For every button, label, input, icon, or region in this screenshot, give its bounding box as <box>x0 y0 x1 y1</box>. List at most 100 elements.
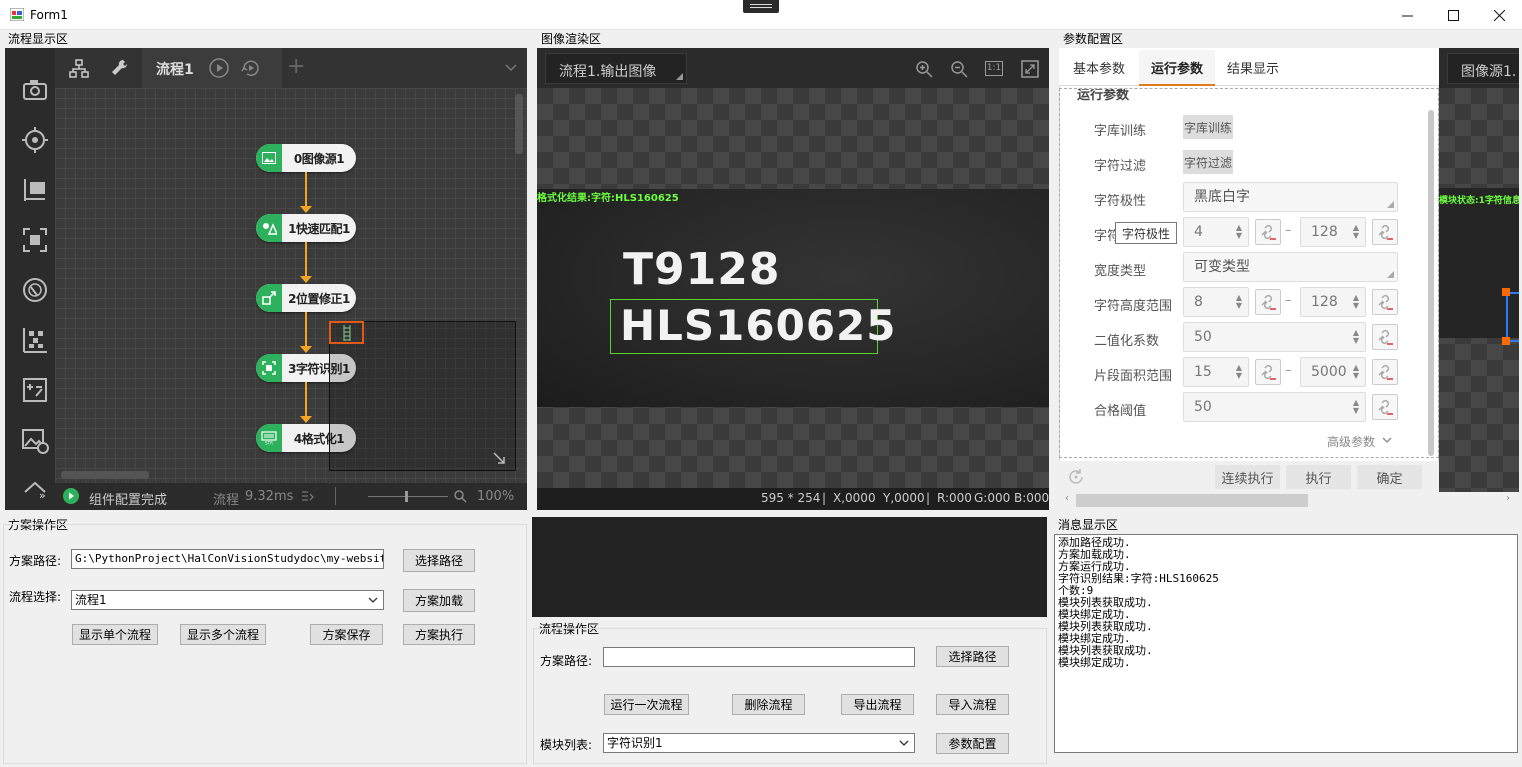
spin-arrows-icon[interactable]: ▲ ▼ <box>1353 364 1359 380</box>
drag-grip[interactable] <box>743 0 779 13</box>
list-icon[interactable] <box>302 491 314 501</box>
scheme-execute-button[interactable]: 方案执行 <box>403 624 475 645</box>
param-hscroll[interactable]: ‹ › <box>1059 492 1519 509</box>
scheme-path-input[interactable]: G:\PythonProject\HalConVisionStudydoc\my… <box>71 549 384 569</box>
show-single-flow-button[interactable]: 显示单个流程 <box>72 624 158 645</box>
play-icon[interactable] <box>208 57 230 79</box>
link-param-button[interactable] <box>1372 359 1398 385</box>
image-settings-icon[interactable] <box>21 426 49 454</box>
advanced-params-toggle[interactable]: 高级参数 <box>1327 433 1375 450</box>
maximize-button[interactable] <box>1430 0 1476 30</box>
chevron-down-icon[interactable] <box>505 64 517 72</box>
add-flow-button[interactable]: + <box>287 54 305 79</box>
chevron-down-icon[interactable] <box>1382 437 1392 444</box>
show-multi-flow-button[interactable]: 显示多个流程 <box>180 624 266 645</box>
param-hscroll-thumb[interactable] <box>1076 494 1308 507</box>
spin-arrows-icon[interactable]: ▲ ▼ <box>1236 224 1242 240</box>
close-button[interactable] <box>1476 0 1522 30</box>
flow-node-1[interactable]: 1快速匹配1 <box>256 214 356 242</box>
tab-run-params[interactable]: 运行参数 <box>1139 50 1215 86</box>
module-list-dropdown[interactable]: 字符识别1 <box>603 733 915 753</box>
delete-flow-button[interactable]: 删除流程 <box>732 694 805 715</box>
loop-run-icon[interactable] <box>240 57 262 79</box>
link-param-button[interactable] <box>1255 219 1281 245</box>
area-max-input[interactable]: 5000 ▲ ▼ <box>1300 357 1366 387</box>
spin-arrows-icon[interactable]: ▲ ▼ <box>1353 399 1359 415</box>
roi-handle[interactable] <box>1502 337 1510 345</box>
refresh-icon[interactable] <box>1067 468 1085 486</box>
fit-screen-icon[interactable] <box>1021 60 1039 78</box>
actual-size-button[interactable]: 1:1 <box>985 61 1003 76</box>
roi-handle[interactable] <box>1502 288 1510 296</box>
lib-train-button[interactable]: 字库训练 <box>1183 115 1233 139</box>
zoom-slider-thumb[interactable] <box>405 491 408 502</box>
target-icon[interactable] <box>21 126 49 154</box>
secondary-dropdown[interactable]: 图像源1. <box>1447 53 1519 84</box>
polarity-select[interactable]: 黑底白字 <box>1183 182 1398 212</box>
link-param-button[interactable] <box>1372 289 1398 315</box>
area-range-label: 片段面积范围 <box>1094 369 1173 384</box>
width-max-input[interactable]: 128 ▲ ▼ <box>1300 217 1366 247</box>
param-vscroll[interactable] <box>1428 110 1434 456</box>
spin-arrows-icon[interactable]: ▲ ▼ <box>1353 224 1359 240</box>
confirm-button[interactable]: 确定 <box>1357 465 1422 489</box>
flow-node-0[interactable]: 0图像源1 <box>256 144 356 172</box>
resize-arrow-icon[interactable] <box>493 452 505 464</box>
camera-icon[interactable] <box>21 76 49 104</box>
canvas-vscroll[interactable] <box>515 94 523 154</box>
canvas-hscroll[interactable] <box>61 471 149 479</box>
height-max-input[interactable]: 128 ▲ ▼ <box>1300 287 1366 317</box>
width-type-select[interactable]: 可变类型 <box>1183 252 1398 282</box>
link-param-button[interactable] <box>1255 289 1281 315</box>
wrench-icon[interactable] <box>109 58 129 78</box>
flow-node-2[interactable]: 2位置修正1 <box>256 284 356 312</box>
flow-path-input[interactable] <box>603 647 915 667</box>
spin-arrows-icon[interactable]: ▲ ▼ <box>1353 294 1359 310</box>
link-param-button[interactable] <box>1372 394 1398 420</box>
height-min-input[interactable]: 8 ▲ ▼ <box>1183 287 1249 317</box>
scheme-save-button[interactable]: 方案保存 <box>310 624 383 645</box>
grid-calib-icon[interactable] <box>21 326 49 354</box>
chevron-down-icon <box>368 597 378 603</box>
minimize-button[interactable] <box>1384 0 1430 30</box>
tab-basic-params[interactable]: 基本参数 <box>1059 48 1139 86</box>
width-min-input[interactable]: 4 ▲ ▼ <box>1183 217 1249 247</box>
measure-icon[interactable] <box>21 176 49 204</box>
execute-button[interactable]: 执行 <box>1286 465 1351 489</box>
link-param-button[interactable] <box>1255 359 1281 385</box>
expand-icon[interactable]: » <box>39 489 46 502</box>
flow-select-dropdown[interactable]: 流程1 <box>71 590 384 610</box>
tab-flow1[interactable]: 流程1 <box>142 48 282 88</box>
import-flow-button[interactable]: 导入流程 <box>936 694 1009 715</box>
spin-arrows-icon[interactable]: ▲ ▼ <box>1236 294 1242 310</box>
scroll-right-icon[interactable]: › <box>1506 493 1510 504</box>
scheme-load-button[interactable]: 方案加载 <box>403 589 475 612</box>
zoom-in-icon[interactable] <box>915 60 933 78</box>
hierarchy-icon[interactable] <box>69 59 89 79</box>
spin-arrows-icon[interactable]: ▲ ▼ <box>1236 364 1242 380</box>
zoom-icon[interactable] <box>453 489 467 503</box>
tab-result-display[interactable]: 结果显示 <box>1215 48 1291 86</box>
link-param-button[interactable] <box>1372 219 1398 245</box>
flow-select-path-button[interactable]: 选择路径 <box>936 646 1009 667</box>
locate-icon[interactable] <box>21 226 49 254</box>
scroll-left-icon[interactable]: ‹ <box>1065 493 1069 504</box>
spin-arrows-icon[interactable]: ▲ ▼ <box>1353 329 1359 345</box>
zoom-out-icon[interactable] <box>950 60 968 78</box>
continuous-execute-button[interactable]: 连续执行 <box>1215 465 1280 489</box>
char-filter-button[interactable]: 字符过滤 <box>1183 150 1233 174</box>
image-output-dropdown[interactable]: 流程1.输出图像 <box>545 53 687 84</box>
binarize-input[interactable]: 50 ▲ ▼ <box>1183 322 1366 352</box>
select-path-button[interactable]: 选择路径 <box>403 549 475 572</box>
run-once-button[interactable]: 运行一次流程 <box>604 694 689 715</box>
gauge-icon[interactable] <box>21 276 49 304</box>
link-param-button[interactable] <box>1372 324 1398 350</box>
drag-handle[interactable] <box>329 321 364 344</box>
export-flow-button[interactable]: 导出流程 <box>841 694 914 715</box>
calculator-icon[interactable] <box>21 376 49 404</box>
pass-threshold-input[interactable]: 50 ▲ ▼ <box>1183 392 1366 422</box>
param-config-button[interactable]: 参数配置 <box>936 733 1009 754</box>
area-min-input[interactable]: 15 ▲ ▼ <box>1183 357 1249 387</box>
message-log[interactable]: 添加路径成功. 方案加载成功. 方案运行成功. 字符识别结果:字符:HLS160… <box>1054 534 1518 753</box>
zoom-slider[interactable] <box>368 496 448 497</box>
